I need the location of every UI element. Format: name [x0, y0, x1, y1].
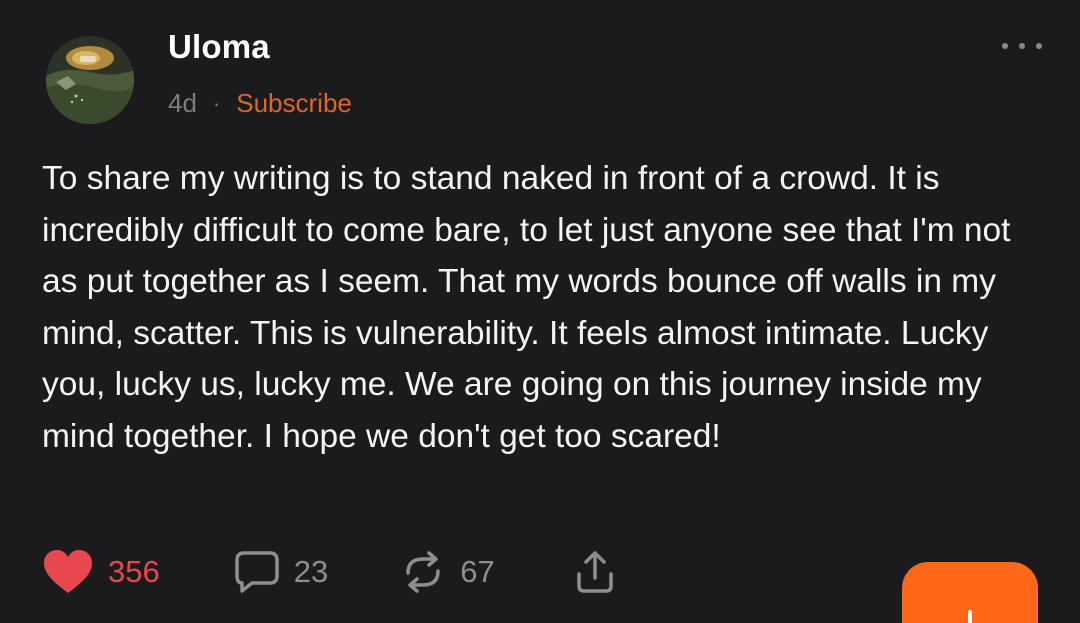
comment-button[interactable]: 23 [234, 550, 328, 594]
like-count: 356 [108, 554, 160, 589]
comment-icon [234, 550, 280, 594]
post-meta: 4d · Subscribe [168, 88, 352, 119]
like-button[interactable]: 356 [42, 549, 160, 595]
comment-count: 23 [293, 554, 329, 589]
share-icon [575, 550, 615, 594]
action-bar: 356 23 67 [42, 544, 615, 600]
note-post: Uloma 4d · Subscribe To share my writing… [0, 0, 1080, 623]
restack-icon [400, 551, 446, 593]
compose-button[interactable] [902, 562, 1038, 623]
meta-separator: · [212, 90, 221, 116]
more-options-button[interactable] [1002, 34, 1042, 58]
more-horizontal-icon [1002, 43, 1008, 49]
more-horizontal-icon [1019, 43, 1025, 49]
author-avatar[interactable] [46, 36, 134, 124]
heart-icon [42, 549, 94, 595]
plus-icon [968, 610, 972, 623]
restack-button[interactable]: 67 [400, 551, 495, 593]
restack-count: 67 [460, 554, 495, 589]
author-name[interactable]: Uloma [168, 28, 270, 66]
post-body: To share my writing is to stand naked in… [42, 160, 1011, 455]
landscape-avatar-icon [46, 36, 134, 124]
subscribe-button[interactable]: Subscribe [236, 88, 352, 119]
share-button[interactable] [575, 550, 615, 594]
more-horizontal-icon [1036, 43, 1042, 49]
post-timestamp: 4d [168, 88, 197, 118]
